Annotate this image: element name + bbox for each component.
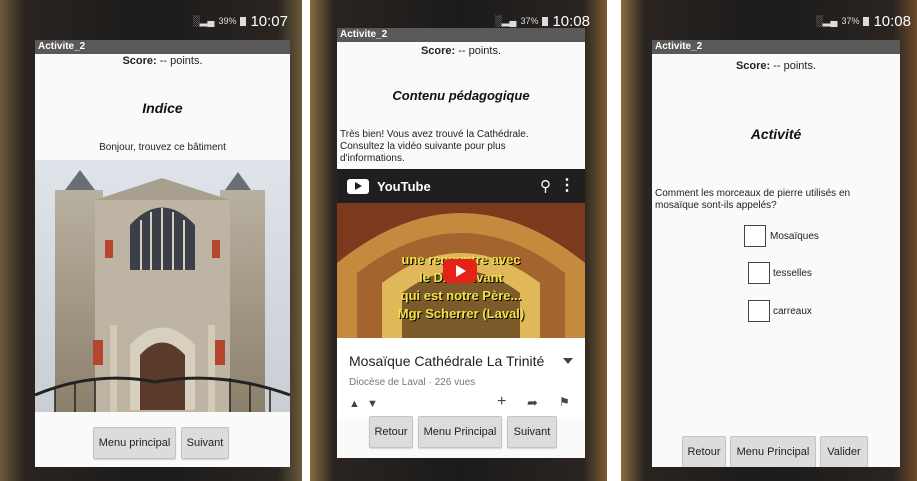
signal-icon: ░▂▄ <box>192 15 215 27</box>
share-icon[interactable]: ➦ <box>527 395 538 411</box>
checkbox-option-1[interactable] <box>744 225 766 247</box>
page-heading: Contenu pédagogique <box>392 88 530 103</box>
youtube-logo-icon <box>347 179 369 194</box>
score-value: -- points. <box>455 45 502 57</box>
add-icon[interactable]: + <box>497 393 506 411</box>
hint-text: Bonjour, trouvez ce bâtiment <box>99 142 226 153</box>
question-text: Comment les morceaux de pierre utilisés … <box>655 188 851 211</box>
status-bar: ░▂▄ 39% 10:07 <box>150 10 288 32</box>
like-icon[interactable]: ▲ <box>349 398 360 410</box>
option-label: Mosaïques <box>770 231 819 242</box>
app-screen: Activite_2 Score: -- points. Activité Co… <box>652 40 900 467</box>
main-menu-button[interactable]: Menu principal <box>93 427 176 459</box>
next-button[interactable]: Suivant <box>507 416 557 448</box>
dislike-icon[interactable]: ▼ <box>367 398 378 410</box>
score-label: Score: <box>420 45 456 57</box>
battery-icon <box>240 16 247 26</box>
score-label: Score: <box>122 55 157 67</box>
content-text: Très bien! Vous avez trouvé la Cathédral… <box>340 129 529 164</box>
flag-icon[interactable]: ⚑ <box>559 395 570 409</box>
video-title[interactable]: Mosaïque Cathédrale La Trinité <box>349 353 544 369</box>
clock: 10:08 <box>552 12 590 30</box>
next-button[interactable]: Suivant <box>181 427 229 459</box>
signal-icon: ░▂▄ <box>815 15 838 27</box>
signal-icon: ░▂▄ <box>494 15 517 27</box>
view-count: 226 vues <box>434 377 476 388</box>
play-button-icon[interactable] <box>443 259 477 283</box>
divider <box>302 0 310 481</box>
app-title-bar: Activite_2 <box>337 28 585 42</box>
youtube-player[interactable]: YouTube ⚲ ⋮ une rencontre avec le Dieu v… <box>337 169 585 419</box>
status-bar: ░▂▄ 37% 10:08 <box>761 10 911 32</box>
app-title-bar: Activite_2 <box>652 40 900 54</box>
phone-photo-1: ░▂▄ 39% 10:07 Activite_2 Score: -- point… <box>0 0 302 481</box>
channel-name[interactable]: Diocèse de Laval <box>349 377 426 388</box>
score-line: Score: -- points. <box>35 55 290 67</box>
battery-percent: 37% <box>520 16 539 26</box>
back-button[interactable]: Retour <box>682 436 726 467</box>
expand-chevron-icon[interactable] <box>563 358 573 364</box>
search-icon[interactable]: ⚲ <box>540 177 551 195</box>
phone-photo-3: ░▂▄ 37% 10:08 Activite_2 Score: -- point… <box>621 0 917 481</box>
page-heading: Activité <box>750 126 802 142</box>
validate-button[interactable]: Valider <box>820 436 868 467</box>
clock: 10:07 <box>250 12 288 30</box>
score-line: Score: -- points. <box>337 45 585 57</box>
video-meta: Diocèse de Laval · 226 vues <box>349 377 475 388</box>
youtube-header: YouTube ⚲ ⋮ <box>337 169 585 203</box>
checkbox-option-2[interactable] <box>748 262 770 284</box>
app-title-bar: Activite_2 <box>35 40 290 54</box>
more-options-icon[interactable]: ⋮ <box>559 175 575 195</box>
phone-photo-2: ░▂▄ 37% 10:08 Activite_2 Score: -- point… <box>310 0 607 481</box>
main-menu-button[interactable]: Menu Principal <box>730 436 816 467</box>
main-menu-button[interactable]: Menu Principal <box>418 416 502 448</box>
video-caption-line: Mgr Scherrer (Laval) <box>397 306 525 321</box>
video-caption-line: qui est notre Père... <box>400 288 522 303</box>
youtube-brand: YouTube <box>377 179 431 194</box>
app-screen: Activite_2 Score: -- points. Indice Bonj… <box>35 40 290 467</box>
divider <box>607 0 621 481</box>
battery-icon <box>863 16 870 26</box>
option-label: tesselles <box>773 268 812 279</box>
battery-percent: 39% <box>218 16 237 26</box>
battery-icon <box>542 16 549 26</box>
page-heading: Indice <box>142 100 183 116</box>
score-label: Score: <box>735 60 771 72</box>
score-line: Score: -- points. <box>652 60 900 72</box>
score-value: -- points. <box>156 55 203 67</box>
cathedral-image <box>35 160 290 412</box>
back-button[interactable]: Retour <box>369 416 413 448</box>
option-label: carreaux <box>773 306 812 317</box>
checkbox-option-3[interactable] <box>748 300 770 322</box>
clock: 10:08 <box>873 12 911 30</box>
app-screen: Activite_2 Score: -- points. Contenu péd… <box>337 28 585 458</box>
score-value: -- points. <box>770 60 817 72</box>
battery-percent: 37% <box>841 16 860 26</box>
